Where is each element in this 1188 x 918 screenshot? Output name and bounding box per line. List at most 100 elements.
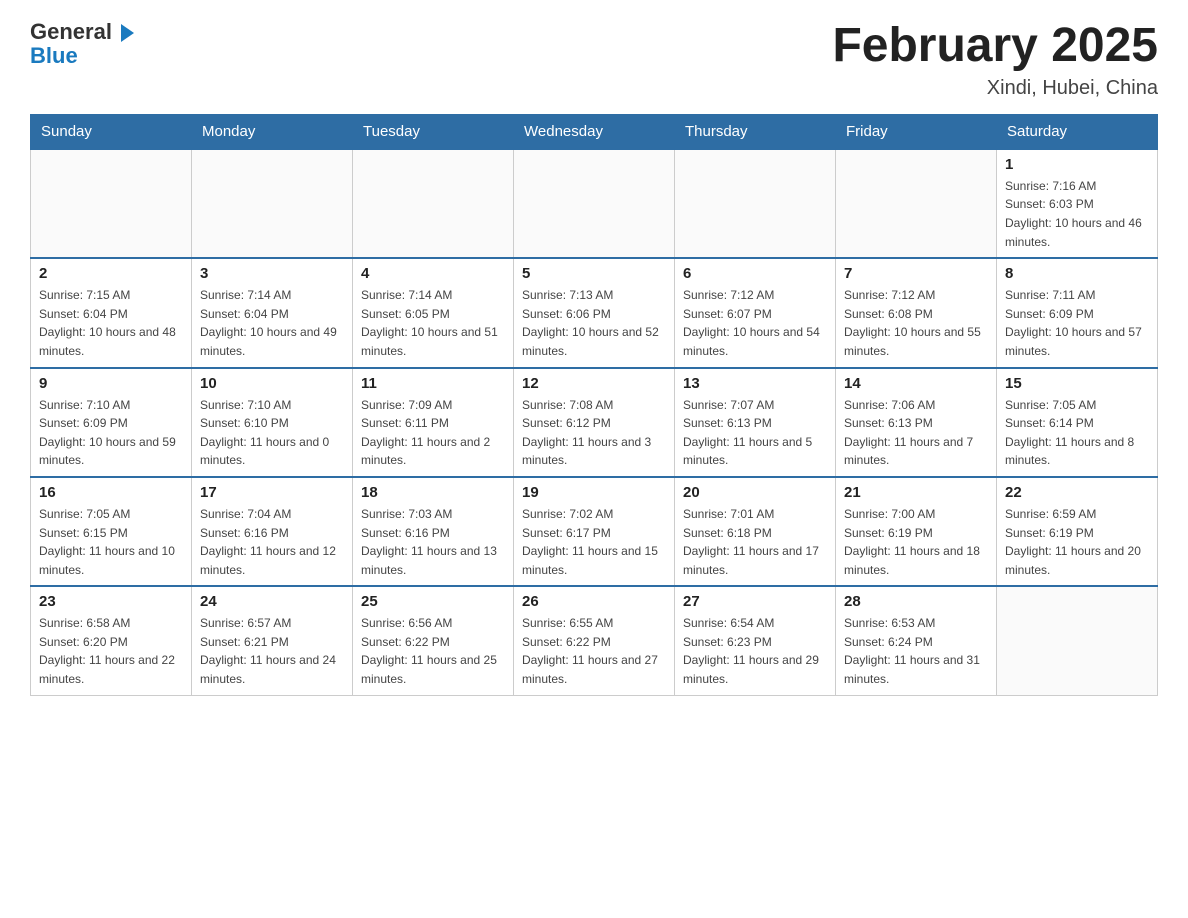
calendar-cell-w2-d6: 7 Sunrise: 7:12 AMSunset: 6:08 PMDaylight… xyxy=(836,258,997,367)
day-info: Sunrise: 7:03 AMSunset: 6:16 PMDaylight:… xyxy=(361,505,505,579)
day-number: 9 xyxy=(39,375,183,392)
calendar-subtitle: Xindi, Hubei, China xyxy=(832,77,1158,100)
logo-general-text: General xyxy=(30,20,134,44)
day-number: 18 xyxy=(361,484,505,501)
day-number: 24 xyxy=(200,593,344,610)
calendar-cell-w2-d7: 8Sunrise: 7:11 AMSunset: 6:09 PMDaylight… xyxy=(997,258,1158,367)
day-number: 22 xyxy=(1005,484,1149,501)
header-sunday: Sunday xyxy=(31,114,192,149)
day-info: Sunrise: 7:09 AMSunset: 6:11 PMDaylight:… xyxy=(361,396,505,470)
day-number: 14 xyxy=(844,375,988,392)
calendar-title: February 2025 xyxy=(832,20,1158,73)
calendar-cell-w5-d4: 26Sunrise: 6:55 AMSunset: 6:22 PMDayligh… xyxy=(514,586,675,695)
day-info: Sunrise: 7:13 AMSunset: 6:06 PMDaylight:… xyxy=(522,286,666,360)
calendar-cell-w3-d6: 14 Sunrise: 7:06 AMSunset: 6:13 PMDayligh… xyxy=(836,368,997,477)
day-number: 2 xyxy=(39,265,183,282)
day-info: Sunrise: 7:04 AMSunset: 6:16 PMDaylight:… xyxy=(200,505,344,579)
day-number: 28 xyxy=(844,593,988,610)
calendar-cell-w5-d3: 25 Sunrise: 6:56 AMSunset: 6:22 PMDayligh… xyxy=(353,586,514,695)
day-number: 1 xyxy=(1005,156,1149,173)
day-number: 21 xyxy=(844,484,988,501)
calendar-cell-w1-d2 xyxy=(192,149,353,258)
day-info: Sunrise: 7:10 AMSunset: 6:09 PMDaylight:… xyxy=(39,396,183,470)
calendar-cell-w2-d2: 3 Sunrise: 7:14 AMSunset: 6:04 PMDaylight… xyxy=(192,258,353,367)
day-info: Sunrise: 7:05 AMSunset: 6:14 PMDaylight:… xyxy=(1005,396,1149,470)
day-info: Sunrise: 6:57 AMSunset: 6:21 PMDaylight:… xyxy=(200,614,344,688)
day-info: Sunrise: 7:02 AMSunset: 6:17 PMDaylight:… xyxy=(522,505,666,579)
calendar-cell-w4-d4: 19 Sunrise: 7:02 AMSunset: 6:17 PMDayligh… xyxy=(514,477,675,586)
calendar-cell-w4-d3: 18 Sunrise: 7:03 AMSunset: 6:16 PMDayligh… xyxy=(353,477,514,586)
day-number: 8 xyxy=(1005,265,1149,282)
calendar-cell-w4-d2: 17 Sunrise: 7:04 AMSunset: 6:16 PMDayligh… xyxy=(192,477,353,586)
day-number: 27 xyxy=(683,593,827,610)
calendar-cell-w2-d1: 2 Sunrise: 7:15 AMSunset: 6:04 PMDaylight… xyxy=(31,258,192,367)
logo-blue-text: Blue xyxy=(30,44,78,68)
calendar-cell-w2-d3: 4Sunrise: 7:14 AMSunset: 6:05 PMDaylight… xyxy=(353,258,514,367)
calendar-cell-w2-d5: 6 Sunrise: 7:12 AMSunset: 6:07 PMDaylight… xyxy=(675,258,836,367)
calendar-week-1: 1 Sunrise: 7:16 AMSunset: 6:03 PMDaylight… xyxy=(31,149,1158,258)
calendar-cell-w3-d1: 9 Sunrise: 7:10 AMSunset: 6:09 PMDaylight… xyxy=(31,368,192,477)
day-number: 11 xyxy=(361,375,505,392)
day-number: 4 xyxy=(361,265,505,282)
logo: General Blue xyxy=(30,20,134,68)
calendar-cell-w5-d1: 23 Sunrise: 6:58 AMSunset: 6:20 PMDayligh… xyxy=(31,586,192,695)
day-number: 5 xyxy=(522,265,666,282)
day-number: 19 xyxy=(522,484,666,501)
calendar-cell-w1-d6 xyxy=(836,149,997,258)
day-number: 17 xyxy=(200,484,344,501)
day-info: Sunrise: 7:10 AMSunset: 6:10 PMDaylight:… xyxy=(200,396,344,470)
day-number: 7 xyxy=(844,265,988,282)
day-number: 16 xyxy=(39,484,183,501)
day-number: 13 xyxy=(683,375,827,392)
day-info: Sunrise: 7:08 AMSunset: 6:12 PMDaylight:… xyxy=(522,396,666,470)
header-thursday: Thursday xyxy=(675,114,836,149)
day-info: Sunrise: 6:56 AMSunset: 6:22 PMDaylight:… xyxy=(361,614,505,688)
day-number: 15 xyxy=(1005,375,1149,392)
calendar-cell-w3-d5: 13Sunrise: 7:07 AMSunset: 6:13 PMDayligh… xyxy=(675,368,836,477)
day-info: Sunrise: 7:15 AMSunset: 6:04 PMDaylight:… xyxy=(39,286,183,360)
calendar-cell-w5-d2: 24 Sunrise: 6:57 AMSunset: 6:21 PMDayligh… xyxy=(192,586,353,695)
calendar-cell-w1-d1 xyxy=(31,149,192,258)
header-monday: Monday xyxy=(192,114,353,149)
day-info: Sunrise: 6:54 AMSunset: 6:23 PMDaylight:… xyxy=(683,614,827,688)
day-info: Sunrise: 7:12 AMSunset: 6:08 PMDaylight:… xyxy=(844,286,988,360)
day-info: Sunrise: 7:06 AMSunset: 6:13 PMDaylight:… xyxy=(844,396,988,470)
day-info: Sunrise: 7:12 AMSunset: 6:07 PMDaylight:… xyxy=(683,286,827,360)
day-info: Sunrise: 7:14 AMSunset: 6:04 PMDaylight:… xyxy=(200,286,344,360)
day-info: Sunrise: 6:58 AMSunset: 6:20 PMDaylight:… xyxy=(39,614,183,688)
calendar-cell-w1-d7: 1 Sunrise: 7:16 AMSunset: 6:03 PMDaylight… xyxy=(997,149,1158,258)
header-tuesday: Tuesday xyxy=(353,114,514,149)
day-number: 25 xyxy=(361,593,505,610)
calendar-week-3: 9 Sunrise: 7:10 AMSunset: 6:09 PMDaylight… xyxy=(31,368,1158,477)
calendar-cell-w1-d3 xyxy=(353,149,514,258)
calendar-cell-w1-d4 xyxy=(514,149,675,258)
header-friday: Friday xyxy=(836,114,997,149)
header-saturday: Saturday xyxy=(997,114,1158,149)
day-number: 6 xyxy=(683,265,827,282)
day-number: 10 xyxy=(200,375,344,392)
calendar-week-4: 16 Sunrise: 7:05 AMSunset: 6:15 PMDayligh… xyxy=(31,477,1158,586)
calendar-cell-w1-d5 xyxy=(675,149,836,258)
day-number: 3 xyxy=(200,265,344,282)
calendar-cell-w4-d7: 22 Sunrise: 6:59 AMSunset: 6:19 PMDayligh… xyxy=(997,477,1158,586)
calendar-cell-w3-d4: 12Sunrise: 7:08 AMSunset: 6:12 PMDayligh… xyxy=(514,368,675,477)
logo-general-word: General xyxy=(30,19,112,44)
day-number: 26 xyxy=(522,593,666,610)
calendar-cell-w3-d3: 11 Sunrise: 7:09 AMSunset: 6:11 PMDayligh… xyxy=(353,368,514,477)
day-info: Sunrise: 6:59 AMSunset: 6:19 PMDaylight:… xyxy=(1005,505,1149,579)
day-info: Sunrise: 7:00 AMSunset: 6:19 PMDaylight:… xyxy=(844,505,988,579)
day-number: 23 xyxy=(39,593,183,610)
calendar-cell-w5-d5: 27 Sunrise: 6:54 AMSunset: 6:23 PMDayligh… xyxy=(675,586,836,695)
calendar-cell-w5-d7 xyxy=(997,586,1158,695)
day-info: Sunrise: 7:16 AMSunset: 6:03 PMDaylight:… xyxy=(1005,177,1149,251)
calendar-cell-w5-d6: 28Sunrise: 6:53 AMSunset: 6:24 PMDayligh… xyxy=(836,586,997,695)
page-header: General Blue February 2025 Xindi, Hubei,… xyxy=(30,20,1158,100)
calendar-table: Sunday Monday Tuesday Wednesday Thursday… xyxy=(30,114,1158,696)
calendar-cell-w3-d7: 15 Sunrise: 7:05 AMSunset: 6:14 PMDayligh… xyxy=(997,368,1158,477)
day-info: Sunrise: 7:05 AMSunset: 6:15 PMDaylight:… xyxy=(39,505,183,579)
logo-blue-word: Blue xyxy=(30,44,78,68)
calendar-cell-w4-d6: 21 Sunrise: 7:00 AMSunset: 6:19 PMDayligh… xyxy=(836,477,997,586)
calendar-cell-w4-d5: 20Sunrise: 7:01 AMSunset: 6:18 PMDayligh… xyxy=(675,477,836,586)
header-wednesday: Wednesday xyxy=(514,114,675,149)
calendar-cell-w2-d4: 5 Sunrise: 7:13 AMSunset: 6:06 PMDaylight… xyxy=(514,258,675,367)
